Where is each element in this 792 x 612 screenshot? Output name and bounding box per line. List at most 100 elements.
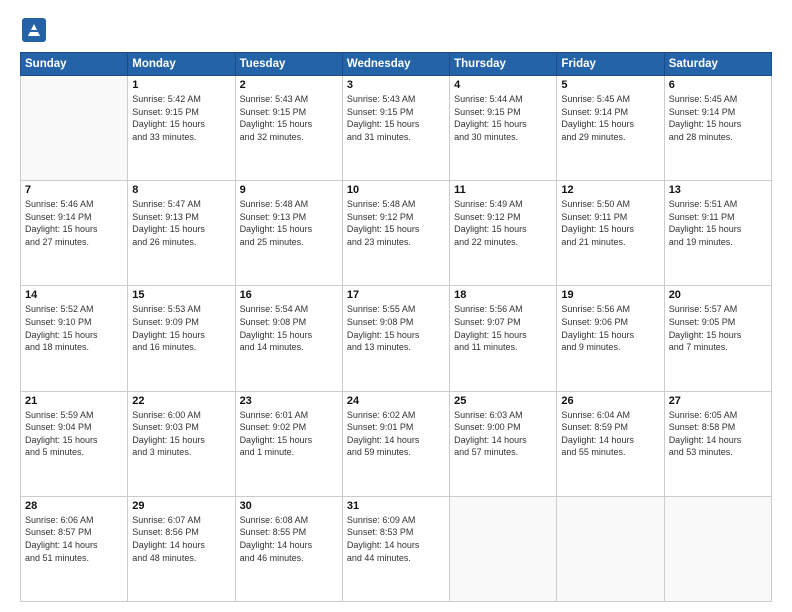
day-info: Sunrise: 5:45 AM Sunset: 9:14 PM Dayligh… <box>561 93 659 143</box>
day-info: Sunrise: 5:44 AM Sunset: 9:15 PM Dayligh… <box>454 93 552 143</box>
day-info: Sunrise: 6:02 AM Sunset: 9:01 PM Dayligh… <box>347 409 445 459</box>
calendar-cell: 5 Sunrise: 5:45 AM Sunset: 9:14 PM Daylig… <box>557 76 664 181</box>
week-row-4: 21 Sunrise: 5:59 AM Sunset: 9:04 PM Dayli… <box>21 391 772 496</box>
day-info: Sunrise: 5:55 AM Sunset: 9:08 PM Dayligh… <box>347 303 445 353</box>
calendar-cell <box>450 496 557 601</box>
calendar-cell: 30 Sunrise: 6:08 AM Sunset: 8:55 PM Dayli… <box>235 496 342 601</box>
calendar-cell: 20 Sunrise: 5:57 AM Sunset: 9:05 PM Dayli… <box>664 286 771 391</box>
day-info: Sunrise: 5:48 AM Sunset: 9:13 PM Dayligh… <box>240 198 338 248</box>
weekday-header-monday: Monday <box>128 53 235 76</box>
calendar-cell <box>557 496 664 601</box>
calendar-cell: 12 Sunrise: 5:50 AM Sunset: 9:11 PM Dayli… <box>557 181 664 286</box>
calendar-cell: 25 Sunrise: 6:03 AM Sunset: 9:00 PM Dayli… <box>450 391 557 496</box>
day-number: 22 <box>132 395 230 407</box>
day-info: Sunrise: 5:53 AM Sunset: 9:09 PM Dayligh… <box>132 303 230 353</box>
calendar-cell: 15 Sunrise: 5:53 AM Sunset: 9:09 PM Dayli… <box>128 286 235 391</box>
day-info: Sunrise: 5:43 AM Sunset: 9:15 PM Dayligh… <box>347 93 445 143</box>
day-number: 3 <box>347 79 445 91</box>
day-number: 2 <box>240 79 338 91</box>
calendar-cell <box>664 496 771 601</box>
calendar-cell: 21 Sunrise: 5:59 AM Sunset: 9:04 PM Dayli… <box>21 391 128 496</box>
day-number: 5 <box>561 79 659 91</box>
day-info: Sunrise: 5:54 AM Sunset: 9:08 PM Dayligh… <box>240 303 338 353</box>
day-info: Sunrise: 5:48 AM Sunset: 9:12 PM Dayligh… <box>347 198 445 248</box>
day-info: Sunrise: 5:50 AM Sunset: 9:11 PM Dayligh… <box>561 198 659 248</box>
day-info: Sunrise: 6:08 AM Sunset: 8:55 PM Dayligh… <box>240 514 338 564</box>
day-info: Sunrise: 5:56 AM Sunset: 9:06 PM Dayligh… <box>561 303 659 353</box>
day-number: 12 <box>561 184 659 196</box>
day-info: Sunrise: 6:06 AM Sunset: 8:57 PM Dayligh… <box>25 514 123 564</box>
day-info: Sunrise: 6:03 AM Sunset: 9:00 PM Dayligh… <box>454 409 552 459</box>
calendar-cell: 9 Sunrise: 5:48 AM Sunset: 9:13 PM Daylig… <box>235 181 342 286</box>
day-number: 20 <box>669 289 767 301</box>
day-number: 19 <box>561 289 659 301</box>
day-info: Sunrise: 6:00 AM Sunset: 9:03 PM Dayligh… <box>132 409 230 459</box>
calendar-cell: 26 Sunrise: 6:04 AM Sunset: 8:59 PM Dayli… <box>557 391 664 496</box>
day-number: 17 <box>347 289 445 301</box>
day-number: 26 <box>561 395 659 407</box>
day-number: 15 <box>132 289 230 301</box>
calendar-cell: 24Sunrise: 6:02 AM Sunset: 9:01 PM Dayli… <box>342 391 449 496</box>
weekday-header-sunday: Sunday <box>21 53 128 76</box>
calendar-cell: 8 Sunrise: 5:47 AM Sunset: 9:13 PM Daylig… <box>128 181 235 286</box>
day-info: Sunrise: 5:45 AM Sunset: 9:14 PM Dayligh… <box>669 93 767 143</box>
day-number: 30 <box>240 500 338 512</box>
day-info: Sunrise: 6:05 AM Sunset: 8:58 PM Dayligh… <box>669 409 767 459</box>
day-number: 21 <box>25 395 123 407</box>
day-info: Sunrise: 5:56 AM Sunset: 9:07 PM Dayligh… <box>454 303 552 353</box>
day-number: 29 <box>132 500 230 512</box>
day-number: 4 <box>454 79 552 91</box>
day-info: Sunrise: 6:07 AM Sunset: 8:56 PM Dayligh… <box>132 514 230 564</box>
week-row-2: 7 Sunrise: 5:46 AM Sunset: 9:14 PM Daylig… <box>21 181 772 286</box>
day-info: Sunrise: 6:04 AM Sunset: 8:59 PM Dayligh… <box>561 409 659 459</box>
day-number: 18 <box>454 289 552 301</box>
weekday-header-tuesday: Tuesday <box>235 53 342 76</box>
weekday-header-row: SundayMondayTuesdayWednesdayThursdayFrid… <box>21 53 772 76</box>
calendar-cell: 1Sunrise: 5:42 AM Sunset: 9:15 PM Daylig… <box>128 76 235 181</box>
day-info: Sunrise: 5:49 AM Sunset: 9:12 PM Dayligh… <box>454 198 552 248</box>
day-info: Sunrise: 5:46 AM Sunset: 9:14 PM Dayligh… <box>25 198 123 248</box>
day-number: 23 <box>240 395 338 407</box>
page: SundayMondayTuesdayWednesdayThursdayFrid… <box>0 0 792 612</box>
calendar-cell: 11 Sunrise: 5:49 AM Sunset: 9:12 PM Dayli… <box>450 181 557 286</box>
day-info: Sunrise: 5:43 AM Sunset: 9:15 PM Dayligh… <box>240 93 338 143</box>
calendar-cell: 19 Sunrise: 5:56 AM Sunset: 9:06 PM Dayli… <box>557 286 664 391</box>
weekday-header-saturday: Saturday <box>664 53 771 76</box>
day-number: 25 <box>454 395 552 407</box>
calendar-cell: 22 Sunrise: 6:00 AM Sunset: 9:03 PM Dayli… <box>128 391 235 496</box>
day-number: 6 <box>669 79 767 91</box>
day-info: Sunrise: 5:47 AM Sunset: 9:13 PM Dayligh… <box>132 198 230 248</box>
calendar-cell: 7 Sunrise: 5:46 AM Sunset: 9:14 PM Daylig… <box>21 181 128 286</box>
logo <box>20 16 52 44</box>
day-info: Sunrise: 5:51 AM Sunset: 9:11 PM Dayligh… <box>669 198 767 248</box>
day-info: Sunrise: 6:09 AM Sunset: 8:53 PM Dayligh… <box>347 514 445 564</box>
calendar-cell: 27Sunrise: 6:05 AM Sunset: 8:58 PM Dayli… <box>664 391 771 496</box>
day-number: 8 <box>132 184 230 196</box>
calendar-cell: 3 Sunrise: 5:43 AM Sunset: 9:15 PM Daylig… <box>342 76 449 181</box>
day-info: Sunrise: 5:57 AM Sunset: 9:05 PM Dayligh… <box>669 303 767 353</box>
day-info: Sunrise: 5:59 AM Sunset: 9:04 PM Dayligh… <box>25 409 123 459</box>
weekday-header-thursday: Thursday <box>450 53 557 76</box>
day-number: 10 <box>347 184 445 196</box>
calendar-cell: 16Sunrise: 5:54 AM Sunset: 9:08 PM Dayli… <box>235 286 342 391</box>
weekday-header-friday: Friday <box>557 53 664 76</box>
day-number: 28 <box>25 500 123 512</box>
calendar-cell: 4 Sunrise: 5:44 AM Sunset: 9:15 PM Daylig… <box>450 76 557 181</box>
week-row-5: 28 Sunrise: 6:06 AM Sunset: 8:57 PM Dayli… <box>21 496 772 601</box>
calendar-cell: 23Sunrise: 6:01 AM Sunset: 9:02 PM Dayli… <box>235 391 342 496</box>
calendar-cell: 29 Sunrise: 6:07 AM Sunset: 8:56 PM Dayli… <box>128 496 235 601</box>
day-number: 31 <box>347 500 445 512</box>
day-info: Sunrise: 5:52 AM Sunset: 9:10 PM Dayligh… <box>25 303 123 353</box>
calendar-cell: 18 Sunrise: 5:56 AM Sunset: 9:07 PM Dayli… <box>450 286 557 391</box>
weekday-header-wednesday: Wednesday <box>342 53 449 76</box>
calendar-cell: 13Sunrise: 5:51 AM Sunset: 9:11 PM Dayli… <box>664 181 771 286</box>
calendar-cell: 10 Sunrise: 5:48 AM Sunset: 9:12 PM Dayli… <box>342 181 449 286</box>
day-number: 11 <box>454 184 552 196</box>
day-number: 9 <box>240 184 338 196</box>
calendar-cell: 31 Sunrise: 6:09 AM Sunset: 8:53 PM Dayli… <box>342 496 449 601</box>
week-row-1: 1Sunrise: 5:42 AM Sunset: 9:15 PM Daylig… <box>21 76 772 181</box>
day-number: 7 <box>25 184 123 196</box>
header <box>20 16 772 44</box>
calendar-cell <box>21 76 128 181</box>
calendar-cell: 2 Sunrise: 5:43 AM Sunset: 9:15 PM Daylig… <box>235 76 342 181</box>
